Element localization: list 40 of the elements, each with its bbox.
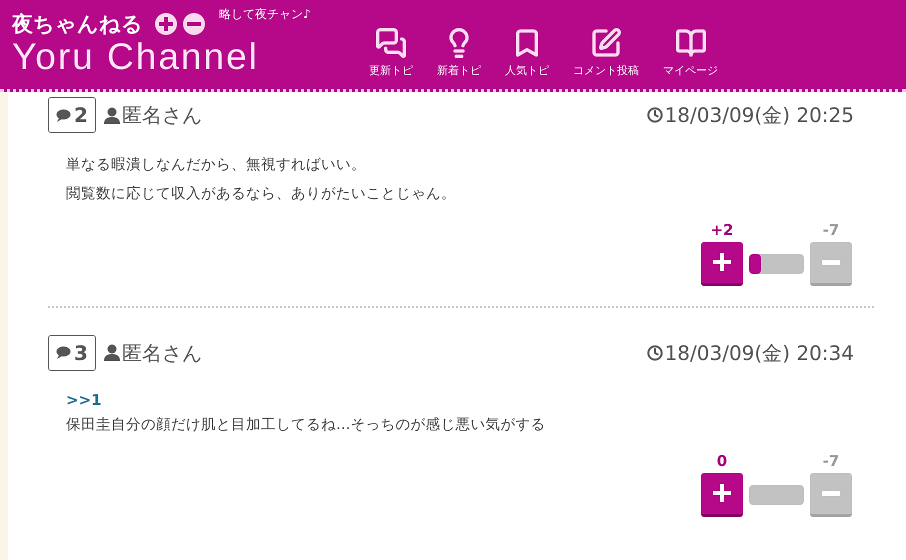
plus-circle-icon [155, 13, 177, 35]
plus-icon [713, 253, 731, 271]
vote-ratio-bar [749, 484, 804, 504]
plus-count: 0 [716, 451, 728, 472]
site-title-english[interactable]: Yoru Channel [12, 35, 357, 79]
speech-bubbles-icon [375, 26, 407, 58]
comment-number-badge: 2 [48, 97, 96, 133]
nav-link[interactable]: マイページ [651, 26, 730, 79]
nav-link[interactable]: 新着トピ [425, 26, 493, 79]
minus-icon [822, 260, 840, 264]
comment-text: 保田圭自分の顔だけ肌と目加工してるね…そっちのが感じ悪い気がする [66, 416, 546, 435]
minus-count: -7 [822, 220, 840, 241]
post-datetime: 18/03/09(金) 20:25 [664, 102, 854, 129]
user-icon [104, 106, 120, 124]
plus-vote-button[interactable] [701, 472, 743, 516]
comment-text: 単なる暇潰しなんだから、無視すればいい。 [66, 156, 367, 175]
plus-count: +2 [710, 220, 734, 241]
author-name: 匿名さん [122, 340, 202, 366]
user-icon [104, 344, 120, 361]
minus-count: -7 [822, 451, 840, 472]
clock-icon [646, 107, 663, 123]
nav-link[interactable]: コメント投稿 [561, 26, 651, 79]
comment-number-badge: 3 [48, 334, 96, 370]
plus-vote-button[interactable] [701, 242, 743, 286]
nav-link[interactable]: 人気トピ [493, 26, 561, 79]
comment-text: 閲覧数に応じて収入があるなら、ありがたいことじゃん。 [66, 184, 457, 204]
author-name: 匿名さん [122, 102, 202, 129]
speech-bubble-icon [56, 108, 71, 122]
site-tagline: 略して夜チャン♪ [219, 6, 311, 23]
nav-link[interactable]: 更新トピ [357, 26, 425, 79]
minus-icon [822, 490, 840, 496]
book-icon [674, 26, 706, 58]
minus-circle-icon [183, 13, 205, 35]
pencil-square-icon [590, 26, 622, 58]
clock-icon [646, 344, 663, 360]
post-datetime: 18/03/09(金) 20:34 [664, 340, 854, 366]
plus-icon [713, 484, 731, 502]
site-title-japanese[interactable]: 夜ちゃんねる [12, 14, 143, 34]
speech-bubble-icon [56, 346, 71, 359]
reply-anchor-link[interactable]: >>1 [66, 388, 102, 411]
